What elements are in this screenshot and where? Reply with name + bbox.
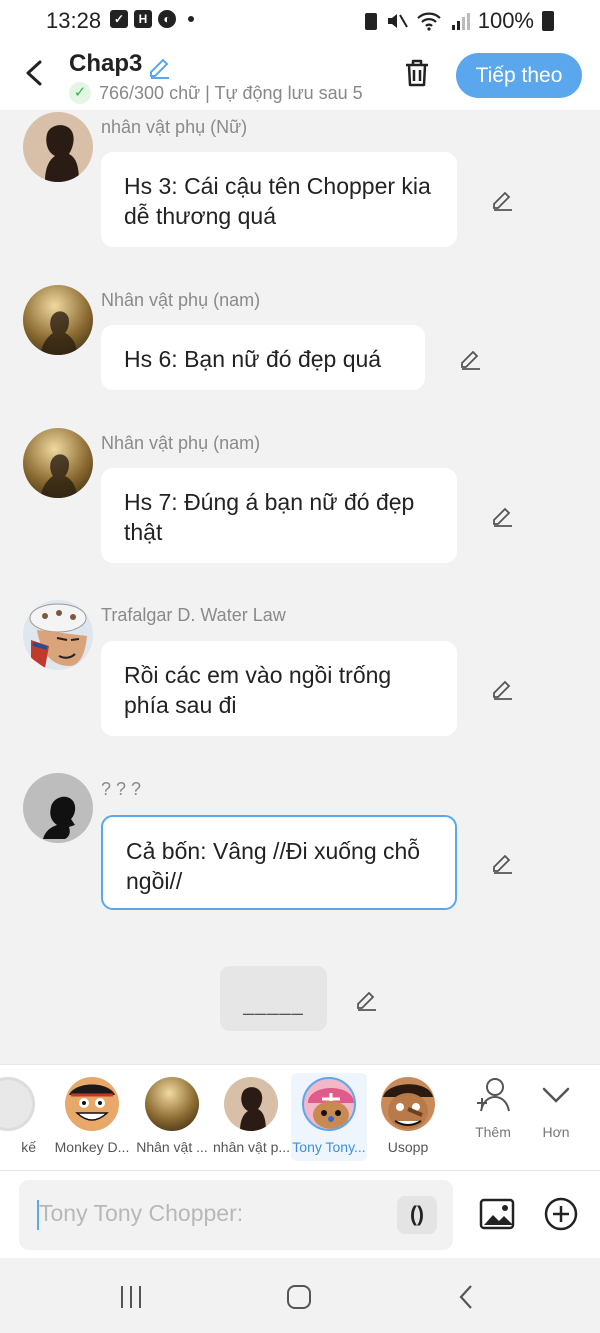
character-name: Usopp [387,1139,429,1155]
wifi-icon [416,12,441,31]
speaker-name: Trafalgar D. Water Law [101,605,286,625]
character-avatar [302,1077,356,1131]
edit-message-icon[interactable] [490,502,516,528]
character-name: kế [21,1139,36,1155]
character-strip: kế Monkey D... Nhân vật ... nhân vật p..… [0,1064,600,1170]
character-item[interactable]: Nhân vật ... [134,1073,210,1161]
character-item[interactable]: Usopp [370,1073,446,1161]
speaker-name: ? ? ? [101,779,142,799]
edit-title-icon[interactable] [146,52,174,80]
character-item-selected[interactable]: Tony Tony... [291,1073,367,1161]
avatar[interactable] [23,285,93,355]
edit-narration-icon[interactable] [354,986,380,1012]
message-bubble[interactable]: Hs 3: Cái cậu tên Chopper kia dễ thương … [101,152,457,247]
message-bubble[interactable]: Hs 7: Đúng á bạn nữ đó đẹp thật [101,468,457,563]
system-nav-bar [0,1258,600,1333]
character-name: Nhân vật ... [136,1139,208,1155]
avatar[interactable] [23,428,93,498]
more-label: Hơn [542,1124,570,1140]
more-notifications-dot [188,16,194,22]
image-icon[interactable] [478,1195,516,1233]
add-character-label: Thêm [475,1124,511,1140]
add-character-button[interactable]: Thêm [463,1075,523,1140]
silhouette-female-icon [240,1087,266,1131]
silhouette-male-icon [41,311,77,355]
chapter-title: Chap3 [69,50,143,77]
speaker-name: Nhân vật phụ (nam) [101,433,261,453]
check-icon: ✓ [69,82,91,104]
autosave-status: ✓ 766/300 chữ | Tự động lưu sau 5 [69,82,375,104]
battery-icon [542,11,554,31]
trash-icon[interactable] [400,56,434,90]
speaker-name: Nhân vật phụ (nam) [101,290,261,310]
status-time: 13:28 [46,8,102,33]
more-button[interactable]: Hơn [526,1075,586,1140]
character-avatar [65,1077,119,1131]
editor-header: Chap3 ✓ 766/300 chữ | Tự động lưu sau 5 … [0,44,600,110]
edit-message-icon[interactable] [490,675,516,701]
trafalgar-law-icon [29,603,87,668]
back-icon[interactable] [20,58,50,88]
message-bubble[interactable]: Hs 6: Bạn nữ đó đẹp quá [101,325,425,390]
check-notification-icon: ✓ [110,10,128,28]
chevron-down-icon [542,1087,570,1103]
autosave-text: 766/300 chữ | Tự động lưu sau 5 [99,82,363,103]
input-placeholder: Tony Tony Chopper: [39,1200,244,1226]
chopper-icon [308,1088,354,1129]
silhouette-male-icon [41,454,77,498]
character-item[interactable]: Monkey D... [54,1073,130,1161]
signal-icon [451,13,470,30]
character-name: nhân vật p... [213,1139,289,1155]
add-person-icon [477,1078,510,1112]
usopp-icon [383,1084,433,1129]
speaker-name: nhân vật phụ (Nữ) [101,117,248,137]
edit-message-icon[interactable] [490,186,516,212]
edit-message-icon[interactable] [490,849,516,875]
silhouette-female-icon [45,125,79,182]
character-avatar [0,1077,35,1131]
character-avatar [145,1077,199,1131]
avatar[interactable] [23,112,93,182]
avatar[interactable] [23,773,93,843]
home-icon[interactable] [284,1282,314,1312]
unknown-silhouette-icon [43,796,76,839]
back-nav-icon[interactable] [452,1282,482,1312]
parenthesis-button[interactable]: () [397,1196,437,1234]
character-avatar [381,1077,435,1131]
status-bar: 13:28 ✓ H ◐ 100% [0,0,600,44]
character-name: Monkey D... [54,1139,130,1155]
app-notification-icon: H [134,10,152,28]
character-avatar [224,1077,278,1131]
input-bar: Tony Tony Chopper: () [0,1170,600,1258]
edit-message-icon[interactable] [458,345,484,371]
battery-saver-icon [364,13,377,30]
avatar[interactable] [23,600,93,670]
character-name: Tony Tony... [292,1139,366,1155]
message-bubble[interactable]: Rồi các em vào ngồi trống phía sau đi [101,641,457,736]
battery-percent: 100% [477,8,534,33]
message-input[interactable]: Tony Tony Chopper: () [19,1180,453,1250]
mute-icon [387,14,408,28]
status-right-icons: 100% [364,8,554,34]
plus-circle-icon[interactable] [542,1195,580,1233]
sync-notification-icon: ◐ [158,10,176,28]
next-button[interactable]: Tiếp theo [456,53,582,98]
narration-bubble[interactable]: _____ [220,966,327,1031]
character-item[interactable]: kế [0,1073,46,1161]
status-left-icons: ✓ H ◐ [110,10,194,28]
luffy-icon [69,1084,115,1121]
character-item[interactable]: nhân vật p... [213,1073,289,1161]
message-bubble-selected[interactable]: Cả bốn: Vâng //Đi xuống chỗ ngồi// [101,815,457,910]
recent-apps-icon[interactable] [116,1282,146,1312]
